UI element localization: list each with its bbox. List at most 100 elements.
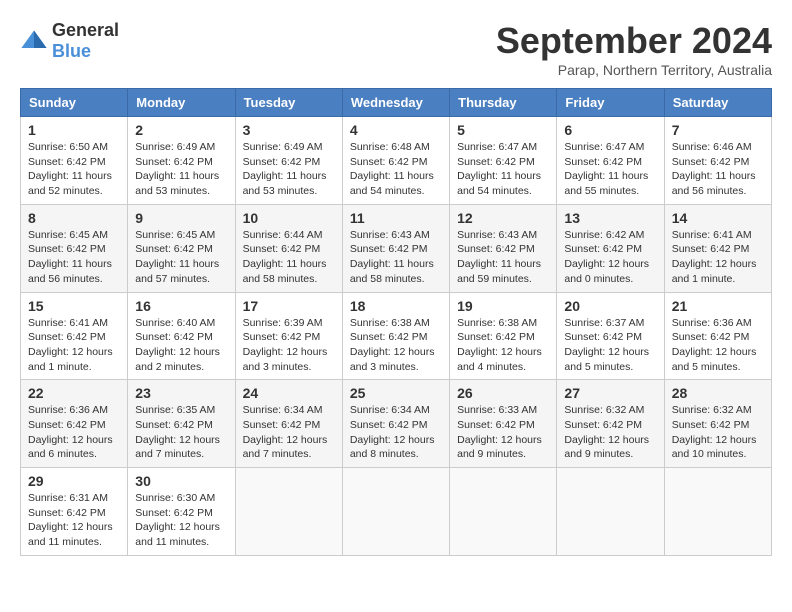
header-monday: Monday — [128, 89, 235, 117]
day-info: Sunrise: 6:42 AM Sunset: 6:42 PM Dayligh… — [564, 228, 656, 287]
logo: General Blue — [20, 20, 119, 62]
day-number: 17 — [243, 298, 335, 314]
day-info: Sunrise: 6:38 AM Sunset: 6:42 PM Dayligh… — [350, 316, 442, 375]
day-cell: 17 Sunrise: 6:39 AM Sunset: 6:42 PM Dayli… — [235, 292, 342, 380]
logo-text: General Blue — [52, 20, 119, 62]
day-number: 30 — [135, 473, 227, 489]
day-info: Sunrise: 6:47 AM Sunset: 6:42 PM Dayligh… — [564, 140, 656, 199]
header-friday: Friday — [557, 89, 664, 117]
day-cell: 12 Sunrise: 6:43 AM Sunset: 6:42 PM Dayli… — [450, 204, 557, 292]
week-row-2: 8 Sunrise: 6:45 AM Sunset: 6:42 PM Daylig… — [21, 204, 772, 292]
day-cell — [342, 468, 449, 556]
title-area: September 2024 Parap, Northern Territory… — [496, 20, 772, 78]
day-cell: 2 Sunrise: 6:49 AM Sunset: 6:42 PM Daylig… — [128, 117, 235, 205]
day-info: Sunrise: 6:36 AM Sunset: 6:42 PM Dayligh… — [28, 403, 120, 462]
day-info: Sunrise: 6:46 AM Sunset: 6:42 PM Dayligh… — [672, 140, 764, 199]
logo-blue: Blue — [52, 41, 91, 61]
day-info: Sunrise: 6:49 AM Sunset: 6:42 PM Dayligh… — [135, 140, 227, 199]
subtitle: Parap, Northern Territory, Australia — [496, 62, 772, 78]
day-info: Sunrise: 6:45 AM Sunset: 6:42 PM Dayligh… — [135, 228, 227, 287]
day-number: 21 — [672, 298, 764, 314]
day-number: 22 — [28, 385, 120, 401]
day-number: 27 — [564, 385, 656, 401]
day-number: 14 — [672, 210, 764, 226]
month-title: September 2024 — [496, 20, 772, 62]
day-number: 23 — [135, 385, 227, 401]
day-info: Sunrise: 6:34 AM Sunset: 6:42 PM Dayligh… — [243, 403, 335, 462]
day-number: 28 — [672, 385, 764, 401]
day-number: 5 — [457, 122, 549, 138]
day-info: Sunrise: 6:47 AM Sunset: 6:42 PM Dayligh… — [457, 140, 549, 199]
day-info: Sunrise: 6:30 AM Sunset: 6:42 PM Dayligh… — [135, 491, 227, 550]
day-cell: 25 Sunrise: 6:34 AM Sunset: 6:42 PM Dayli… — [342, 380, 449, 468]
day-cell: 30 Sunrise: 6:30 AM Sunset: 6:42 PM Dayli… — [128, 468, 235, 556]
week-row-5: 29Sunrise: 6:31 AM Sunset: 6:42 PM Dayli… — [21, 468, 772, 556]
day-cell: 4 Sunrise: 6:48 AM Sunset: 6:42 PM Daylig… — [342, 117, 449, 205]
day-cell: 7Sunrise: 6:46 AM Sunset: 6:42 PM Daylig… — [664, 117, 771, 205]
day-info: Sunrise: 6:38 AM Sunset: 6:42 PM Dayligh… — [457, 316, 549, 375]
day-number: 18 — [350, 298, 442, 314]
day-cell: 18 Sunrise: 6:38 AM Sunset: 6:42 PM Dayli… — [342, 292, 449, 380]
day-cell — [450, 468, 557, 556]
day-info: Sunrise: 6:43 AM Sunset: 6:42 PM Dayligh… — [457, 228, 549, 287]
day-cell — [557, 468, 664, 556]
day-number: 1 — [28, 122, 120, 138]
day-cell: 8Sunrise: 6:45 AM Sunset: 6:42 PM Daylig… — [21, 204, 128, 292]
day-info: Sunrise: 6:35 AM Sunset: 6:42 PM Dayligh… — [135, 403, 227, 462]
day-number: 2 — [135, 122, 227, 138]
day-cell: 3 Sunrise: 6:49 AM Sunset: 6:42 PM Daylig… — [235, 117, 342, 205]
header-thursday: Thursday — [450, 89, 557, 117]
day-number: 15 — [28, 298, 120, 314]
day-cell: 1 Sunrise: 6:50 AM Sunset: 6:42 PM Daylig… — [21, 117, 128, 205]
day-cell — [664, 468, 771, 556]
header-tuesday: Tuesday — [235, 89, 342, 117]
day-info: Sunrise: 6:41 AM Sunset: 6:42 PM Dayligh… — [28, 316, 120, 375]
day-number: 13 — [564, 210, 656, 226]
day-cell: 26Sunrise: 6:33 AM Sunset: 6:42 PM Dayli… — [450, 380, 557, 468]
day-number: 26 — [457, 385, 549, 401]
header-saturday: Saturday — [664, 89, 771, 117]
day-info: Sunrise: 6:43 AM Sunset: 6:42 PM Dayligh… — [350, 228, 442, 287]
day-cell: 28Sunrise: 6:32 AM Sunset: 6:42 PM Dayli… — [664, 380, 771, 468]
calendar: SundayMondayTuesdayWednesdayThursdayFrid… — [20, 88, 772, 556]
header-sunday: Sunday — [21, 89, 128, 117]
day-number: 6 — [564, 122, 656, 138]
day-info: Sunrise: 6:39 AM Sunset: 6:42 PM Dayligh… — [243, 316, 335, 375]
day-info: Sunrise: 6:49 AM Sunset: 6:42 PM Dayligh… — [243, 140, 335, 199]
header-wednesday: Wednesday — [342, 89, 449, 117]
day-number: 12 — [457, 210, 549, 226]
day-cell: 10 Sunrise: 6:44 AM Sunset: 6:42 PM Dayli… — [235, 204, 342, 292]
day-cell: 6 Sunrise: 6:47 AM Sunset: 6:42 PM Daylig… — [557, 117, 664, 205]
day-cell: 29Sunrise: 6:31 AM Sunset: 6:42 PM Dayli… — [21, 468, 128, 556]
day-info: Sunrise: 6:48 AM Sunset: 6:42 PM Dayligh… — [350, 140, 442, 199]
day-number: 16 — [135, 298, 227, 314]
day-number: 3 — [243, 122, 335, 138]
day-cell: 14 Sunrise: 6:41 AM Sunset: 6:42 PM Dayli… — [664, 204, 771, 292]
day-info: Sunrise: 6:36 AM Sunset: 6:42 PM Dayligh… — [672, 316, 764, 375]
day-cell: 22 Sunrise: 6:36 AM Sunset: 6:42 PM Dayli… — [21, 380, 128, 468]
day-cell: 24Sunrise: 6:34 AM Sunset: 6:42 PM Dayli… — [235, 380, 342, 468]
day-cell: 23 Sunrise: 6:35 AM Sunset: 6:42 PM Dayli… — [128, 380, 235, 468]
day-info: Sunrise: 6:40 AM Sunset: 6:42 PM Dayligh… — [135, 316, 227, 375]
logo-general: General — [52, 20, 119, 40]
day-cell — [235, 468, 342, 556]
day-cell: 13 Sunrise: 6:42 AM Sunset: 6:42 PM Dayli… — [557, 204, 664, 292]
day-info: Sunrise: 6:50 AM Sunset: 6:42 PM Dayligh… — [28, 140, 120, 199]
header: General Blue September 2024 Parap, North… — [20, 20, 772, 78]
day-number: 11 — [350, 210, 442, 226]
day-number: 4 — [350, 122, 442, 138]
day-info: Sunrise: 6:41 AM Sunset: 6:42 PM Dayligh… — [672, 228, 764, 287]
day-info: Sunrise: 6:44 AM Sunset: 6:42 PM Dayligh… — [243, 228, 335, 287]
day-number: 10 — [243, 210, 335, 226]
calendar-header-row: SundayMondayTuesdayWednesdayThursdayFrid… — [21, 89, 772, 117]
day-cell: 19Sunrise: 6:38 AM Sunset: 6:42 PM Dayli… — [450, 292, 557, 380]
day-number: 25 — [350, 385, 442, 401]
week-row-1: 1 Sunrise: 6:50 AM Sunset: 6:42 PM Daylig… — [21, 117, 772, 205]
week-row-3: 15 Sunrise: 6:41 AM Sunset: 6:42 PM Dayli… — [21, 292, 772, 380]
day-info: Sunrise: 6:32 AM Sunset: 6:42 PM Dayligh… — [564, 403, 656, 462]
day-info: Sunrise: 6:34 AM Sunset: 6:42 PM Dayligh… — [350, 403, 442, 462]
day-cell: 9Sunrise: 6:45 AM Sunset: 6:42 PM Daylig… — [128, 204, 235, 292]
day-cell: 15 Sunrise: 6:41 AM Sunset: 6:42 PM Dayli… — [21, 292, 128, 380]
day-number: 8 — [28, 210, 120, 226]
day-cell: 27 Sunrise: 6:32 AM Sunset: 6:42 PM Dayli… — [557, 380, 664, 468]
